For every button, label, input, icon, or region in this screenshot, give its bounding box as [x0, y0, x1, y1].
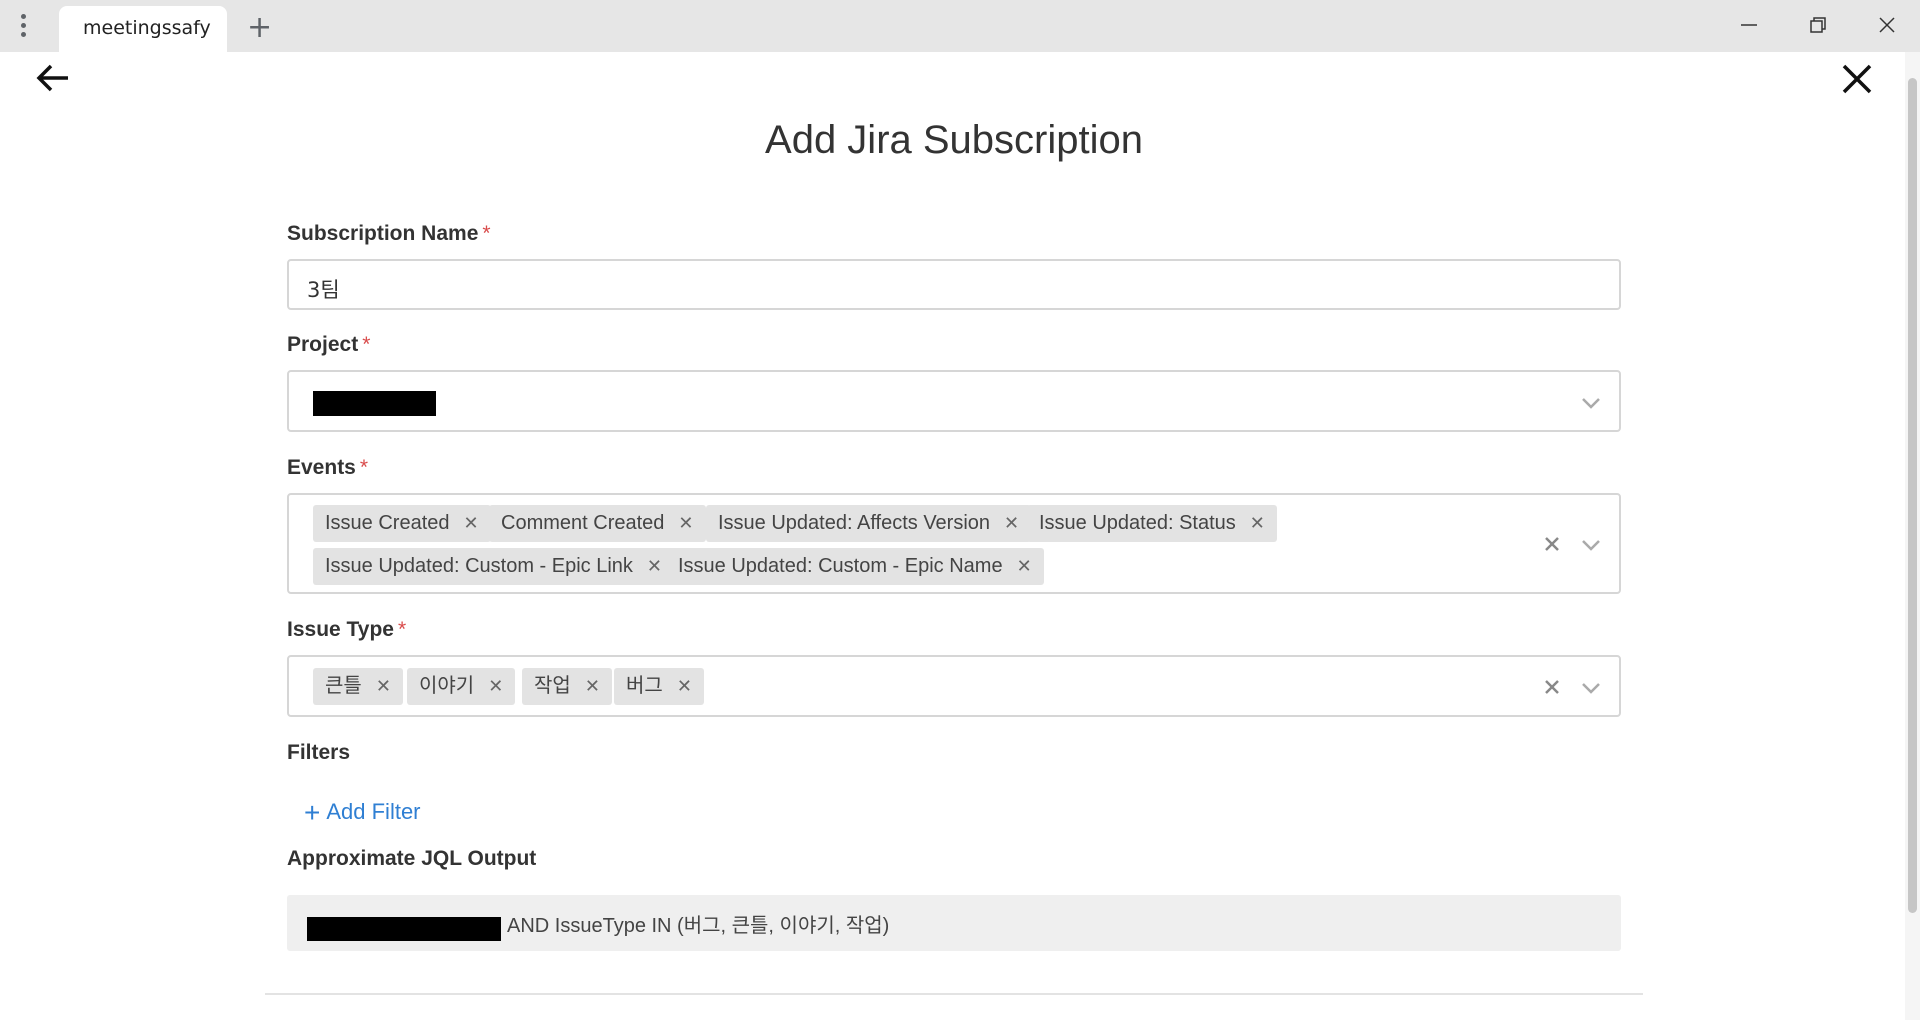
- remove-tag-icon[interactable]: ✕: [677, 668, 692, 705]
- jql-output-box: AND IssueType IN (버그, 큰틀, 이야기, 작업): [287, 895, 1621, 951]
- issue-type-tag: 이야기 ✕: [407, 668, 516, 705]
- page-scrollbar[interactable]: [1905, 52, 1920, 1020]
- event-tag: Issue Updated: Custom - Epic Name ✕: [666, 548, 1044, 585]
- remove-tag-icon[interactable]: ✕: [678, 505, 693, 542]
- plus-icon: +: [304, 797, 321, 828]
- required-marker: *: [359, 456, 369, 479]
- close-icon[interactable]: [1838, 60, 1878, 100]
- minimize-icon[interactable]: [1736, 12, 1762, 38]
- required-marker: *: [398, 618, 407, 641]
- arrow-left-icon[interactable]: [34, 60, 74, 100]
- remove-tag-icon[interactable]: ✕: [376, 668, 391, 705]
- remove-tag-icon[interactable]: ✕: [464, 505, 479, 542]
- restore-icon[interactable]: [1805, 12, 1831, 38]
- browser-tab[interactable]: meetingssafy: [59, 6, 227, 52]
- issue-type-label: Issue Type *: [287, 618, 407, 641]
- page-title: Add Jira Subscription: [765, 118, 1143, 162]
- required-marker: *: [482, 222, 491, 245]
- issue-type-tag: 버그 ✕: [614, 668, 704, 705]
- add-filter-button[interactable]: + Add Filter: [304, 797, 421, 829]
- remove-tag-icon[interactable]: ✕: [585, 668, 600, 705]
- event-tag: Issue Created ✕: [313, 505, 491, 542]
- issue-type-tag: 작업 ✕: [522, 668, 612, 705]
- remove-tag-icon[interactable]: ✕: [1004, 505, 1019, 542]
- project-label: Project *: [287, 333, 371, 356]
- clear-all-icon[interactable]: [1544, 536, 1560, 552]
- issue-type-multiselect[interactable]: 큰틀 ✕ 이야기 ✕ 작업 ✕ 버그 ✕: [287, 655, 1621, 717]
- project-select[interactable]: [287, 370, 1621, 432]
- divider: [265, 993, 1643, 995]
- event-tag: Issue Updated: Custom - Epic Link ✕: [313, 548, 675, 585]
- browser-tab-title: meetingssafy: [83, 17, 211, 39]
- jql-output-label: Approximate JQL Output: [287, 847, 537, 870]
- clear-all-icon[interactable]: [1544, 679, 1560, 695]
- subscription-name-input[interactable]: 3팀: [287, 259, 1621, 310]
- chevron-down-icon[interactable]: [1580, 681, 1602, 695]
- remove-tag-icon[interactable]: ✕: [1017, 548, 1032, 585]
- filters-label: Filters: [287, 741, 351, 764]
- remove-tag-icon[interactable]: ✕: [1250, 505, 1265, 542]
- events-multiselect[interactable]: Issue Created ✕ Comment Created ✕ Issue Up…: [287, 493, 1621, 594]
- chevron-down-icon[interactable]: [1580, 538, 1602, 552]
- redacted-jql-prefix: [307, 917, 501, 941]
- redacted-project-value: [313, 391, 436, 416]
- plus-icon[interactable]: +: [247, 9, 272, 47]
- browser-title-bar: meetingssafy +: [0, 0, 1920, 52]
- event-tag: Comment Created ✕: [489, 505, 706, 542]
- event-tag: Issue Updated: Affects Version ✕: [706, 505, 1032, 542]
- required-marker: *: [362, 333, 371, 356]
- subscription-name-label: Subscription Name *: [287, 222, 491, 245]
- subscription-name-value: 3팀: [307, 278, 340, 302]
- more-vertical-icon[interactable]: [17, 14, 29, 40]
- scrollbar-thumb[interactable]: [1908, 78, 1917, 913]
- jql-output-text: AND IssueType IN (버그, 큰틀, 이야기, 작업): [507, 915, 890, 937]
- event-tag: Issue Updated: Status ✕: [1027, 505, 1277, 542]
- remove-tag-icon[interactable]: ✕: [488, 668, 503, 705]
- events-label: Events *: [287, 456, 369, 479]
- remove-tag-icon[interactable]: ✕: [647, 548, 662, 585]
- close-icon[interactable]: [1874, 12, 1900, 38]
- chevron-down-icon[interactable]: [1580, 396, 1602, 410]
- issue-type-tag: 큰틀 ✕: [313, 668, 403, 705]
